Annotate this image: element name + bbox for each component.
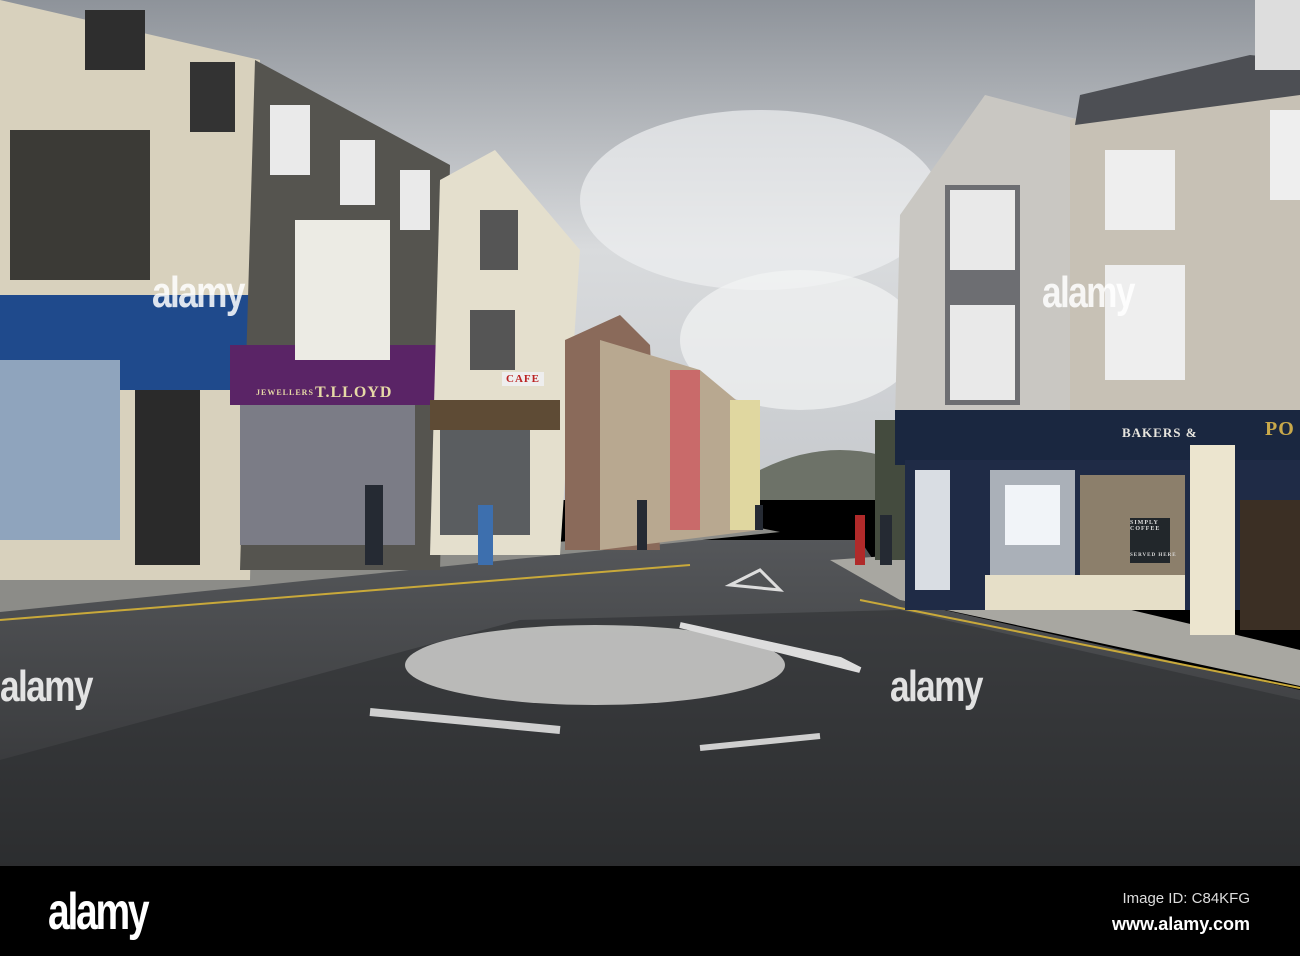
sign-served-here: SERVED HERE	[1130, 553, 1177, 558]
image-id: Image ID: C84KFG	[1122, 890, 1250, 907]
shop-sign-po: PO	[1265, 418, 1295, 440]
watermark: alamy	[152, 268, 245, 317]
shop-sign-cafe: CAFE	[502, 372, 544, 386]
shop-sign-bakers: BAKERS &	[1122, 425, 1198, 440]
shop-sign-t-lloyd: T.LLOYD	[315, 384, 393, 401]
watermark: alamy	[0, 662, 93, 711]
shop-front-right	[895, 410, 1300, 465]
watermark: alamy	[1042, 268, 1135, 317]
alamy-logo: alamy	[48, 883, 150, 941]
site-url: www.alamy.com	[1111, 914, 1250, 934]
shop-sign-jewellers: JEWELLERS	[256, 388, 314, 397]
street-scene	[0, 0, 1300, 866]
watermark: alamy	[890, 662, 983, 711]
footer-bar: alamy Image ID: C84KFG www.alamy.com	[0, 866, 1300, 956]
street-photo: JEWELLERS T.LLOYD CAFE BAKERS & PO SIMPL…	[0, 0, 1300, 956]
sign-simply-coffee: SIMPLY COFFEE	[1130, 520, 1161, 532]
